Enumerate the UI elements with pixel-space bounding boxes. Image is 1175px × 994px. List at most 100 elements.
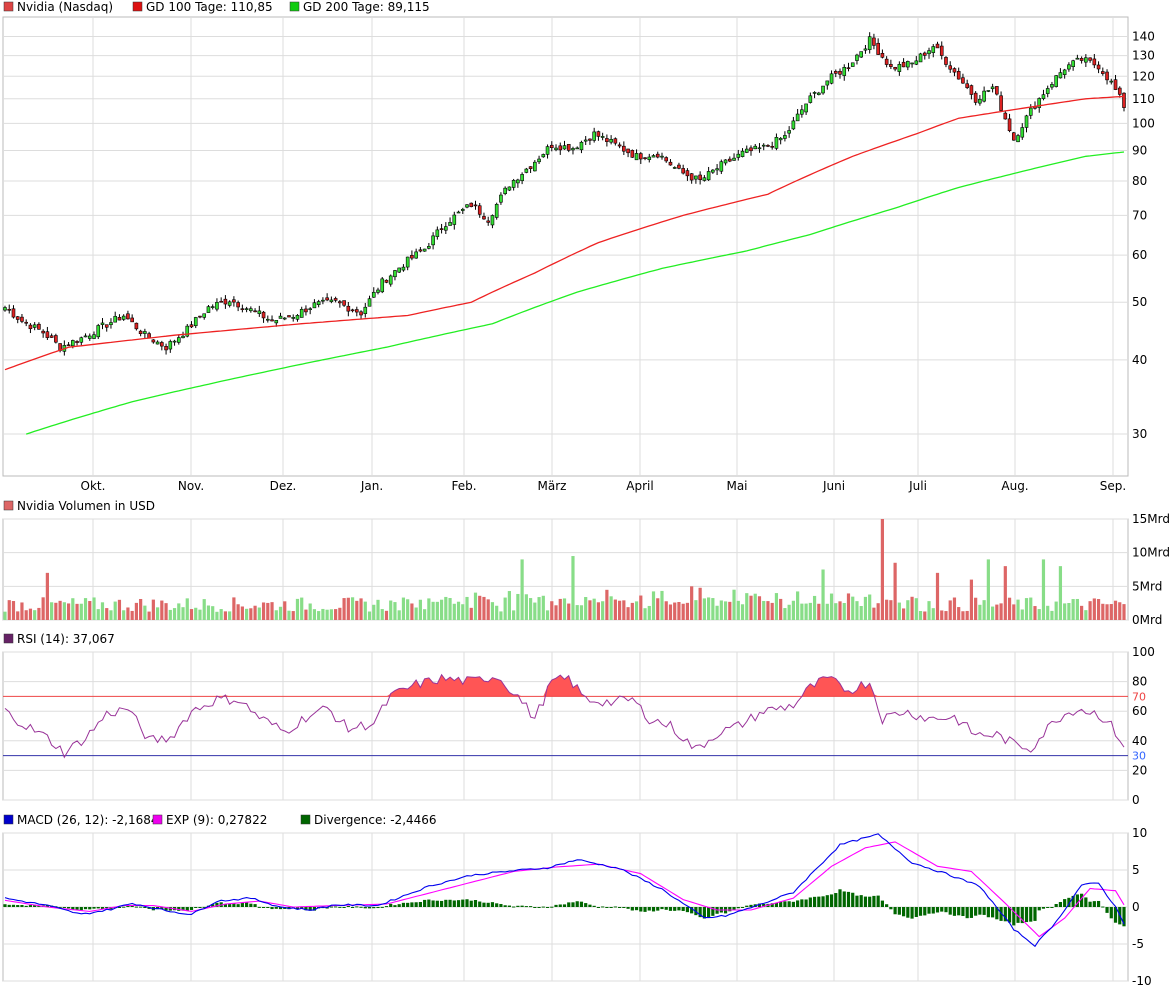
divergence-bar [11, 904, 16, 907]
divergence-bar [609, 907, 613, 908]
divergence-bar [62, 907, 66, 908]
divergence-bar [550, 906, 554, 908]
divergence-bar [838, 889, 842, 907]
candle-up [1054, 75, 1058, 87]
candle-down [473, 204, 478, 207]
volume-bar [834, 603, 838, 620]
volume-bar [75, 603, 79, 620]
candle-up [736, 153, 741, 158]
divergence-bar [918, 907, 923, 916]
candle-up [172, 340, 177, 343]
volume-bar [528, 598, 533, 620]
candle-up [109, 322, 113, 326]
volume-bar [872, 607, 876, 620]
volume-bar [143, 605, 147, 620]
volume-bar [28, 608, 33, 620]
legend-swatch-divergence [300, 814, 311, 825]
divergence-bar [486, 902, 490, 907]
candle-down [1088, 57, 1092, 61]
divergence-bar [808, 897, 812, 907]
volume-bar [350, 597, 355, 620]
candle-up [274, 320, 279, 324]
volume-bar [914, 598, 918, 620]
candle-up [817, 92, 821, 95]
price-y-tick-label: 30 [1132, 427, 1147, 441]
candle-down [901, 61, 906, 68]
divergence-bar [334, 906, 338, 908]
volume-bar [177, 603, 181, 620]
candle-up [812, 92, 817, 94]
divergence-bar [24, 905, 28, 907]
divergence-bar [406, 902, 410, 907]
volume-bar [410, 603, 414, 620]
divergence-bar [401, 902, 406, 907]
volume-bar [198, 609, 202, 620]
legend-swatch-ma100 [132, 1, 143, 12]
price-x-axis: Okt. Nov. Dez. Jan. Feb. März April Mai Juni Juli… [81, 479, 1127, 493]
candle-up [914, 60, 919, 65]
candle-down [528, 166, 533, 169]
divergence-bar [456, 900, 461, 907]
legend-ma100: GD 100 Tage: 110,85 [146, 0, 273, 14]
divergence-bar [439, 900, 444, 907]
volume-panel: 0Mrd 5Mrd 10Mrd 15Mrd [2, 512, 1170, 627]
candle-up [401, 266, 406, 271]
candle-down [1117, 87, 1122, 95]
candle-down [355, 309, 359, 313]
rsi-y-tick-label: 0 [1132, 793, 1140, 807]
volume-bar [690, 586, 694, 620]
divergence-bar [367, 907, 372, 909]
divergence-bar [249, 903, 253, 907]
volume-bar [893, 562, 897, 620]
candle-down [104, 324, 109, 328]
candle-up [121, 315, 126, 320]
candle-down [439, 228, 444, 230]
candle-down [1092, 58, 1097, 66]
rsi-level-30-label: 30 [1132, 750, 1146, 763]
volume-bar [384, 610, 389, 620]
candle-down [1011, 132, 1016, 141]
candle-down [948, 65, 953, 70]
legend-exp: EXP (9): 0,27822 [166, 813, 267, 827]
candle-down [1003, 112, 1008, 120]
divergence-bar [901, 907, 906, 917]
candle-down [66, 344, 71, 347]
divergence-bar [630, 907, 634, 911]
volume-bar [439, 599, 444, 620]
candle-down [189, 324, 194, 328]
divergence-bar [825, 895, 829, 907]
volume-bar [533, 602, 537, 620]
volume-bar [974, 597, 978, 620]
volume-bar [1105, 604, 1109, 620]
candle-up [800, 109, 804, 115]
candle-down [410, 255, 414, 259]
volume-bar [634, 601, 639, 620]
candle-up [414, 251, 418, 259]
volume-bar [1118, 602, 1122, 620]
volume-bar [554, 605, 558, 620]
candle-up [494, 203, 499, 218]
candle-up [579, 141, 584, 151]
divergence-bar [427, 899, 431, 907]
candle-up [609, 139, 613, 143]
volume-bar [940, 610, 944, 620]
divergence-bar [1092, 901, 1096, 907]
candle-down [130, 317, 134, 323]
volume-bar [978, 604, 982, 620]
volume-legend: Nvidia Volumen in USD [3, 499, 155, 513]
volume-bar [927, 601, 931, 620]
candle-up [295, 315, 300, 320]
candle-up [316, 301, 321, 305]
candle-down [588, 138, 592, 141]
rsi-y-tick-label: 60 [1132, 704, 1147, 718]
volume-bar [783, 608, 787, 620]
candle-down [418, 249, 423, 252]
x-tick-label: März [538, 479, 567, 493]
volume-bar [558, 598, 562, 620]
volume-bar [825, 603, 829, 620]
candle-up [155, 341, 160, 345]
divergence-bar [923, 907, 927, 916]
candle-up [176, 337, 181, 343]
volume-bar [876, 603, 880, 620]
volume-bar [1016, 599, 1020, 620]
